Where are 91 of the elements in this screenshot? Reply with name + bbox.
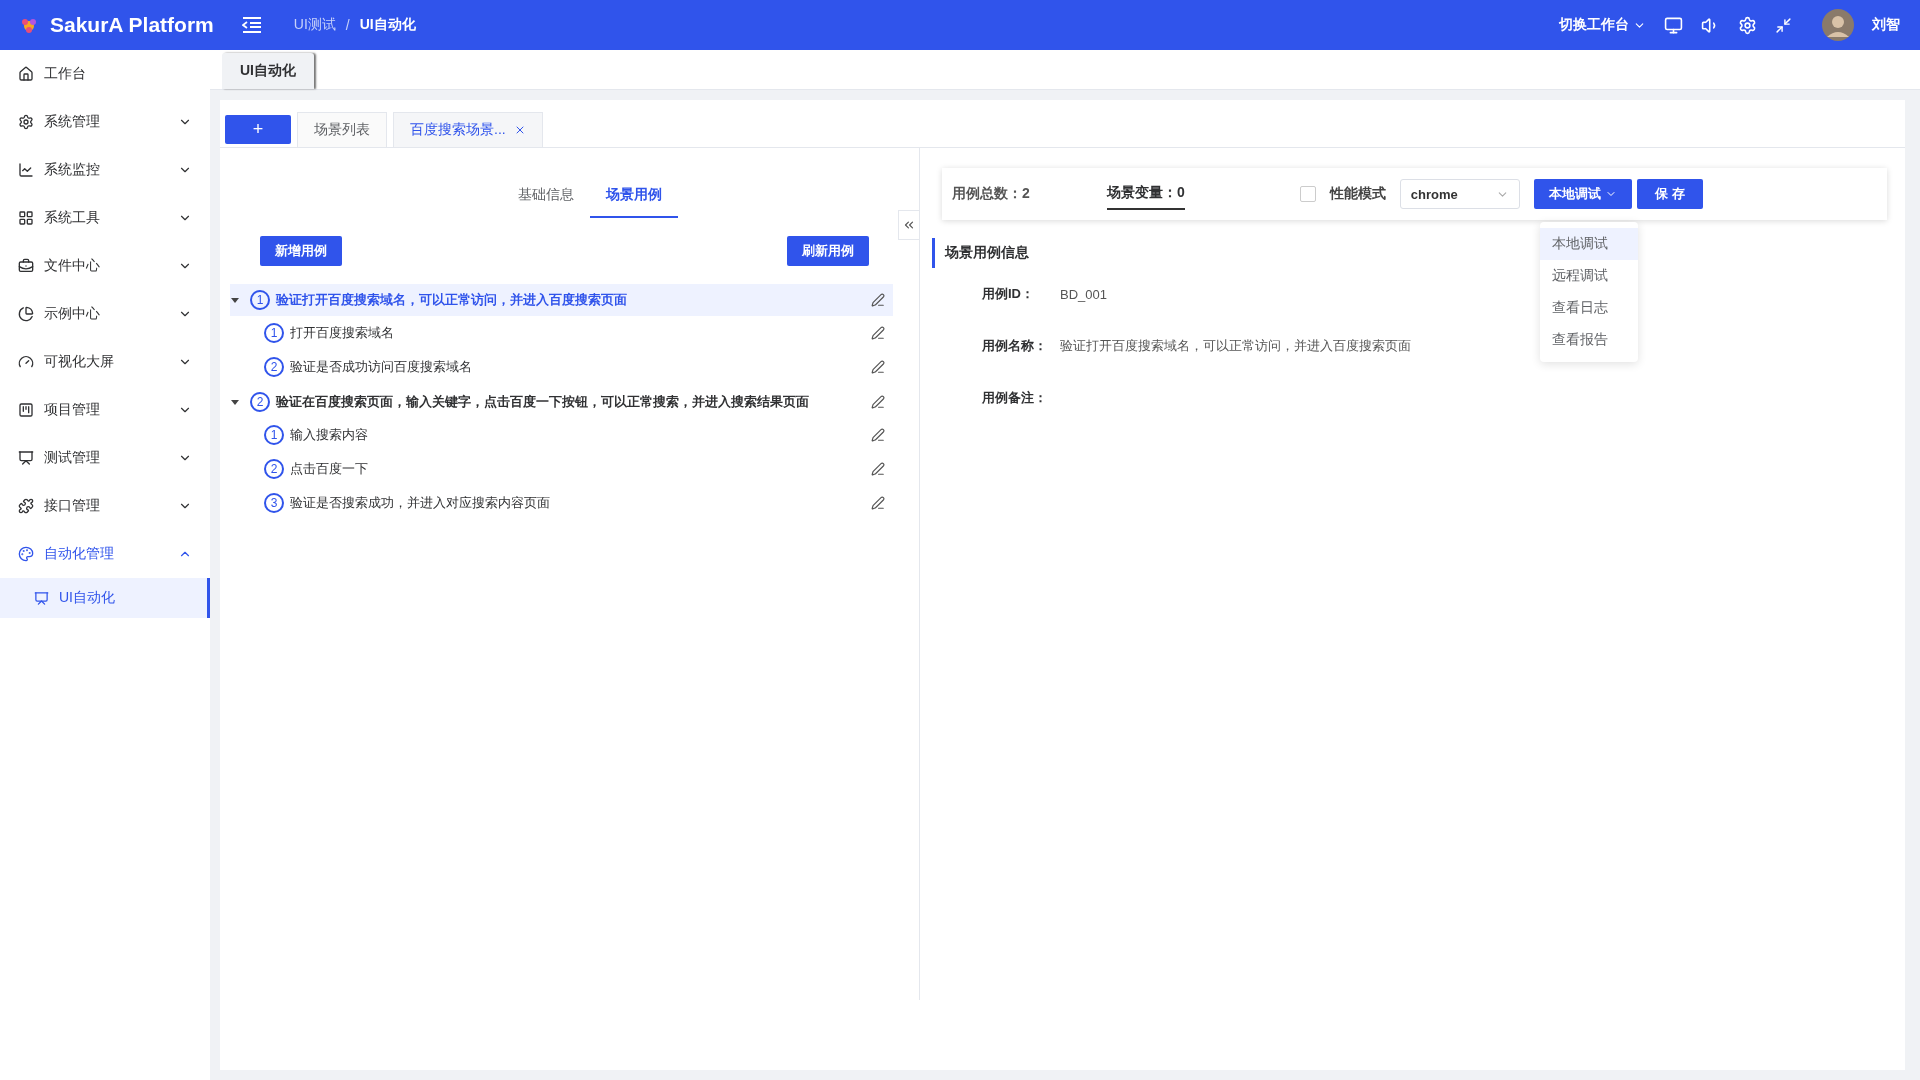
field-value: BD_001 — [1060, 286, 1107, 302]
sidebar-item[interactable]: 项目管理 — [0, 386, 210, 434]
home-icon — [18, 66, 34, 82]
menu-item[interactable]: 本地调试 — [1540, 228, 1638, 260]
edit-icon[interactable] — [871, 360, 885, 374]
gear-icon — [18, 114, 34, 130]
edit-icon[interactable] — [871, 496, 885, 510]
settings-icon[interactable] — [1738, 15, 1757, 35]
caret-icon[interactable] — [230, 295, 240, 305]
sidebar-item[interactable]: 系统监控 — [0, 146, 210, 194]
case-total: 用例总数：2 — [952, 185, 1031, 203]
step-title: 验证是否成功访问百度搜索域名 — [290, 358, 472, 376]
scene-variables-link[interactable]: 场景变量：0 — [1107, 178, 1185, 210]
sidebar-item[interactable]: 工作台 — [0, 50, 210, 98]
palette-icon — [18, 546, 34, 562]
case-title: 验证在百度搜索页面，输入关键字，点击百度一下按钮，可以正常搜索，并进入搜索结果页面 — [276, 393, 809, 411]
number-badge: 2 — [264, 459, 284, 479]
edit-icon[interactable] — [871, 428, 885, 442]
chevrons-left-icon — [902, 218, 916, 232]
collapse-button[interactable] — [898, 210, 920, 240]
kanban-icon — [18, 402, 34, 418]
browser-select[interactable]: chrome — [1399, 179, 1520, 209]
step-row[interactable]: 2 验证是否成功访问百度搜索域名 — [230, 350, 893, 384]
step-title: 打开百度搜索域名 — [290, 324, 394, 342]
breadcrumb-item[interactable]: UI自动化 — [359, 16, 416, 34]
sidebar-item[interactable]: 系统工具 — [0, 194, 210, 242]
sidebar-item[interactable]: 文件中心 — [0, 242, 210, 290]
sidebar-subitem[interactable]: UI自动化 — [0, 578, 210, 618]
step-title: 输入搜索内容 — [290, 426, 368, 444]
field-value: 验证打开百度搜索域名，可以正常访问，并进入百度搜索页面 — [1060, 337, 1411, 355]
number-badge: 2 — [250, 392, 270, 412]
presentation-icon — [34, 590, 49, 606]
step-row[interactable]: 3 验证是否搜索成功，并进入对应搜索内容页面 — [230, 486, 893, 520]
avatar[interactable] — [1822, 9, 1854, 41]
shrink-icon[interactable] — [1775, 16, 1792, 34]
step-title: 验证是否搜索成功，并进入对应搜索内容页面 — [290, 494, 550, 512]
edit-icon[interactable] — [871, 326, 885, 340]
section-tab[interactable]: 场景用例 — [589, 186, 678, 218]
puzzle-icon — [18, 498, 34, 514]
sidebar-item[interactable]: 接口管理 — [0, 482, 210, 530]
step-row[interactable]: 2 点击百度一下 — [230, 452, 893, 486]
section-tab[interactable]: 基础信息 — [501, 186, 590, 218]
menu-item[interactable]: 查看报告 — [1540, 324, 1638, 356]
grid-icon — [18, 210, 34, 226]
field-label: 用例名称： — [982, 337, 1048, 355]
checkbox[interactable] — [1299, 186, 1316, 202]
number-badge: 1 — [250, 290, 270, 310]
workspace-switch[interactable]: 切换工作台 — [1559, 16, 1646, 34]
menu-item[interactable]: 查看日志 — [1540, 292, 1638, 324]
user-name[interactable]: 刘智 — [1872, 16, 1900, 34]
presentation-icon — [18, 450, 34, 466]
briefcase-icon — [18, 258, 34, 274]
add-tab-button[interactable]: + — [225, 115, 291, 144]
menu-fold-icon[interactable] — [241, 17, 262, 33]
sidebar-item[interactable]: 示例中心 — [0, 290, 210, 338]
step-row[interactable]: 1 输入搜索内容 — [230, 418, 893, 452]
save-button[interactable]: 保 存 — [1636, 179, 1703, 209]
add-case-button[interactable]: 新增用例 — [260, 236, 342, 266]
field-label: 用例ID： — [982, 285, 1035, 303]
sidebar-item[interactable]: 可视化大屏 — [0, 338, 210, 386]
refresh-button[interactable]: 刷新用例 — [787, 236, 869, 266]
scene-tab[interactable]: 百度搜索场景... — [393, 112, 543, 147]
edit-icon[interactable] — [871, 462, 885, 476]
edit-icon[interactable] — [871, 395, 885, 409]
sidebar-item[interactable]: 系统管理 — [0, 98, 210, 146]
number-badge: 1 — [264, 323, 284, 343]
line-chart-icon — [18, 162, 34, 178]
scene-tab[interactable]: 场景列表 — [297, 112, 387, 147]
debug-dropdown-button[interactable]: 本地调试 — [1533, 179, 1632, 209]
checkbox-label: 性能模式 — [1329, 185, 1386, 203]
app-title: SakurA Platform — [50, 13, 214, 37]
case-row[interactable]: 2 验证在百度搜索页面，输入关键字，点击百度一下按钮，可以正常搜索，并进入搜索结果页面 — [230, 386, 893, 418]
monitor-icon[interactable] — [1664, 15, 1683, 35]
case-title: 验证打开百度搜索域名，可以正常访问，并进入百度搜索页面 — [276, 291, 627, 309]
menu-item[interactable]: 远程调试 — [1540, 260, 1638, 292]
number-badge: 2 — [264, 357, 284, 377]
step-title: 点击百度一下 — [290, 460, 368, 478]
sidebar-item[interactable]: 自动化管理 — [0, 530, 210, 578]
step-row[interactable]: 1 打开百度搜索域名 — [230, 316, 893, 350]
pie-chart-icon — [18, 306, 34, 322]
number-badge: 3 — [264, 493, 284, 513]
breadcrumb-item[interactable]: UI测试 — [293, 16, 336, 34]
breadcrumb-separator: / — [345, 17, 350, 33]
caret-icon[interactable] — [230, 397, 240, 407]
gauge-icon — [18, 354, 34, 370]
case-row[interactable]: 1 验证打开百度搜索域名，可以正常访问，并进入百度搜索页面 — [230, 284, 893, 316]
field-label: 用例备注： — [982, 389, 1048, 407]
sidebar-item[interactable]: 测试管理 — [0, 434, 210, 482]
page-tab[interactable]: UI自动化 — [222, 53, 314, 89]
number-badge: 1 — [264, 425, 284, 445]
edit-icon[interactable] — [871, 293, 885, 307]
